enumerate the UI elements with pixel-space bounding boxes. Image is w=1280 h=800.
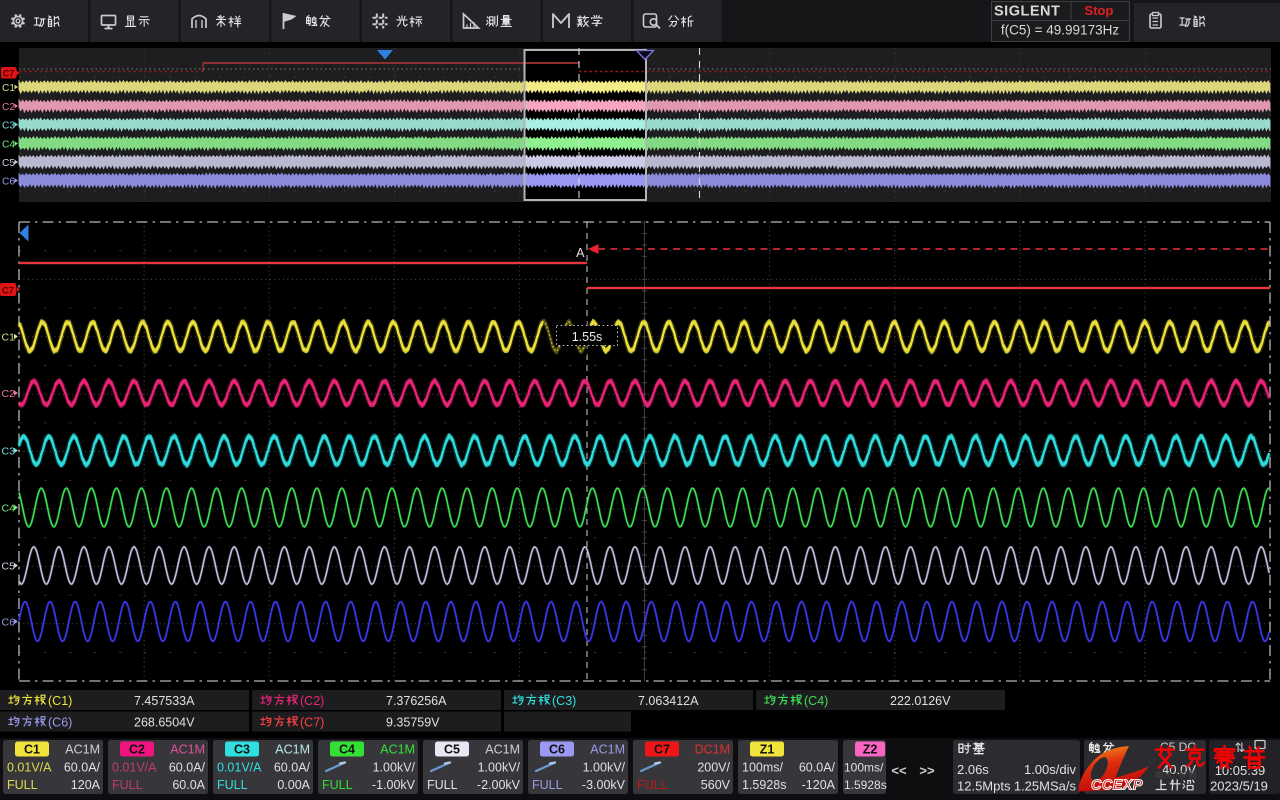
svg-text:-3.00kV: -3.00kV <box>582 778 626 792</box>
svg-text:C7: C7 <box>654 743 670 757</box>
svg-text:268.6504V: 268.6504V <box>134 716 195 730</box>
svg-text:1.00kV/: 1.00kV/ <box>373 761 416 775</box>
svg-text:7.376256A: 7.376256A <box>386 694 447 708</box>
svg-text:0.01V/A: 0.01V/A <box>7 761 52 775</box>
svg-text:100ms/: 100ms/ <box>742 761 784 775</box>
svg-text:(C4): (C4) <box>804 694 828 708</box>
svg-text:C3: C3 <box>234 743 250 757</box>
svg-text:C4: C4 <box>2 139 15 150</box>
svg-text:C6: C6 <box>2 616 16 628</box>
svg-text:C3: C3 <box>2 445 16 457</box>
svg-text:AC1M: AC1M <box>275 743 310 757</box>
svg-text:AC1M: AC1M <box>485 743 520 757</box>
svg-text:FULL: FULL <box>217 778 248 792</box>
svg-text:⇅: ⇅ <box>1235 740 1246 755</box>
svg-text:FULL: FULL <box>427 778 458 792</box>
svg-text:C6: C6 <box>549 743 565 757</box>
svg-text:Stop: Stop <box>1085 3 1114 18</box>
svg-text:C3: C3 <box>2 120 15 131</box>
svg-text:C2: C2 <box>2 102 15 113</box>
svg-text:C1: C1 <box>24 743 40 757</box>
svg-text:1.55s: 1.55s <box>572 330 603 344</box>
svg-text:0.00A: 0.00A <box>277 778 310 792</box>
svg-text:60.0A/: 60.0A/ <box>274 761 311 775</box>
svg-text:Z1: Z1 <box>760 743 775 757</box>
svg-text:0.01V/A: 0.01V/A <box>112 761 157 775</box>
svg-text:AC1M: AC1M <box>380 743 415 757</box>
svg-text:60.0A/: 60.0A/ <box>169 761 206 775</box>
svg-text:100ms/: 100ms/ <box>844 761 884 775</box>
svg-text:Z2: Z2 <box>863 743 878 757</box>
svg-text:FULL: FULL <box>532 778 563 792</box>
svg-text:1.25MSa/s: 1.25MSa/s <box>1014 779 1077 794</box>
svg-text:(C3): (C3) <box>552 694 576 708</box>
svg-text:DC1M: DC1M <box>695 743 730 757</box>
svg-text:560V: 560V <box>701 778 731 792</box>
svg-text:C7: C7 <box>2 286 14 297</box>
svg-text:0.01V/A: 0.01V/A <box>217 761 262 775</box>
svg-text:(C7): (C7) <box>300 716 324 730</box>
svg-text:1.5928s: 1.5928s <box>742 778 786 792</box>
svg-text:C1: C1 <box>2 331 16 343</box>
svg-text:1.5928s: 1.5928s <box>844 778 887 792</box>
svg-text:AC1M: AC1M <box>65 743 100 757</box>
svg-text:AC1M: AC1M <box>590 743 625 757</box>
svg-text:C5: C5 <box>444 743 460 757</box>
svg-text:C4: C4 <box>2 502 16 514</box>
svg-text:C5: C5 <box>2 560 16 572</box>
svg-text:CCEXP: CCEXP <box>1091 778 1143 794</box>
svg-text:120A: 120A <box>71 778 101 792</box>
svg-text:60.0A/: 60.0A/ <box>799 761 836 775</box>
svg-text:1.00s/div: 1.00s/div <box>1024 762 1077 777</box>
svg-text:FULL: FULL <box>322 778 353 792</box>
svg-text:(C2): (C2) <box>300 694 324 708</box>
svg-text:1.00kV/: 1.00kV/ <box>583 761 626 775</box>
svg-text:C5: C5 <box>2 158 15 169</box>
svg-text:7.063412A: 7.063412A <box>638 694 699 708</box>
svg-text:9.35759V: 9.35759V <box>386 716 440 730</box>
svg-text:C2: C2 <box>2 388 16 400</box>
svg-text:C6: C6 <box>2 176 15 187</box>
svg-text:C7: C7 <box>3 69 15 79</box>
svg-text:(C1): (C1) <box>48 694 72 708</box>
svg-text:AC1M: AC1M <box>170 743 205 757</box>
svg-text:f(C5) = 49.99173Hz: f(C5) = 49.99173Hz <box>1001 23 1119 38</box>
svg-text:2023/5/19: 2023/5/19 <box>1210 779 1268 794</box>
svg-text:FULL: FULL <box>112 778 143 792</box>
svg-text:7.457533A: 7.457533A <box>134 694 195 708</box>
svg-text:12.5Mpts: 12.5Mpts <box>957 779 1011 794</box>
svg-text:60.0A/: 60.0A/ <box>64 761 101 775</box>
svg-text:FULL: FULL <box>637 778 668 792</box>
svg-text:C2: C2 <box>129 743 145 757</box>
svg-text:222.0126V: 222.0126V <box>890 694 951 708</box>
svg-text:>>: >> <box>919 763 935 778</box>
svg-text:-1.00kV: -1.00kV <box>372 778 416 792</box>
svg-text:·: · <box>1175 770 1178 780</box>
svg-text:(C6): (C6) <box>48 716 72 730</box>
svg-text:C1: C1 <box>2 83 15 94</box>
svg-text:-120A: -120A <box>802 778 836 792</box>
svg-text:2.06s: 2.06s <box>957 762 989 777</box>
svg-text:200V/: 200V/ <box>697 761 730 775</box>
svg-text:A: A <box>576 246 585 260</box>
svg-text:SIGLENT: SIGLENT <box>994 4 1060 20</box>
svg-text:1.00kV/: 1.00kV/ <box>478 761 521 775</box>
svg-text:<<: << <box>891 763 907 778</box>
svg-text:-2.00kV: -2.00kV <box>477 778 521 792</box>
svg-text:60.0A: 60.0A <box>172 778 205 792</box>
svg-text:FULL: FULL <box>7 778 38 792</box>
svg-text:C4: C4 <box>339 743 355 757</box>
